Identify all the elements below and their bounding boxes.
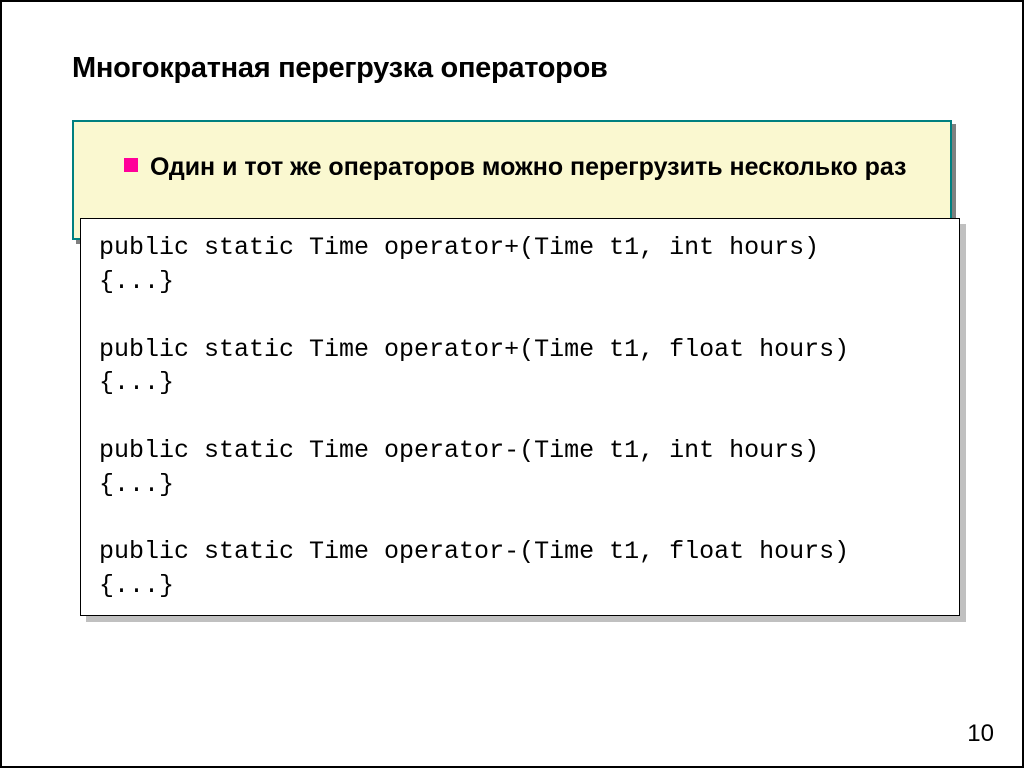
slide-title: Многократная перегрузка операторов xyxy=(72,52,952,85)
code-box: public static Time operator+(Time t1, in… xyxy=(80,218,960,615)
bullet-square-icon xyxy=(124,158,138,172)
bullet-text: Один и тот же операторов можно перегрузи… xyxy=(150,152,906,183)
slide-container: Многократная перегрузка операторов Один … xyxy=(0,0,1024,768)
bullet-row: Один и тот же операторов можно перегрузи… xyxy=(124,152,920,183)
page-number: 10 xyxy=(967,720,994,748)
code-box-wrapper: public static Time operator+(Time t1, in… xyxy=(80,218,960,615)
